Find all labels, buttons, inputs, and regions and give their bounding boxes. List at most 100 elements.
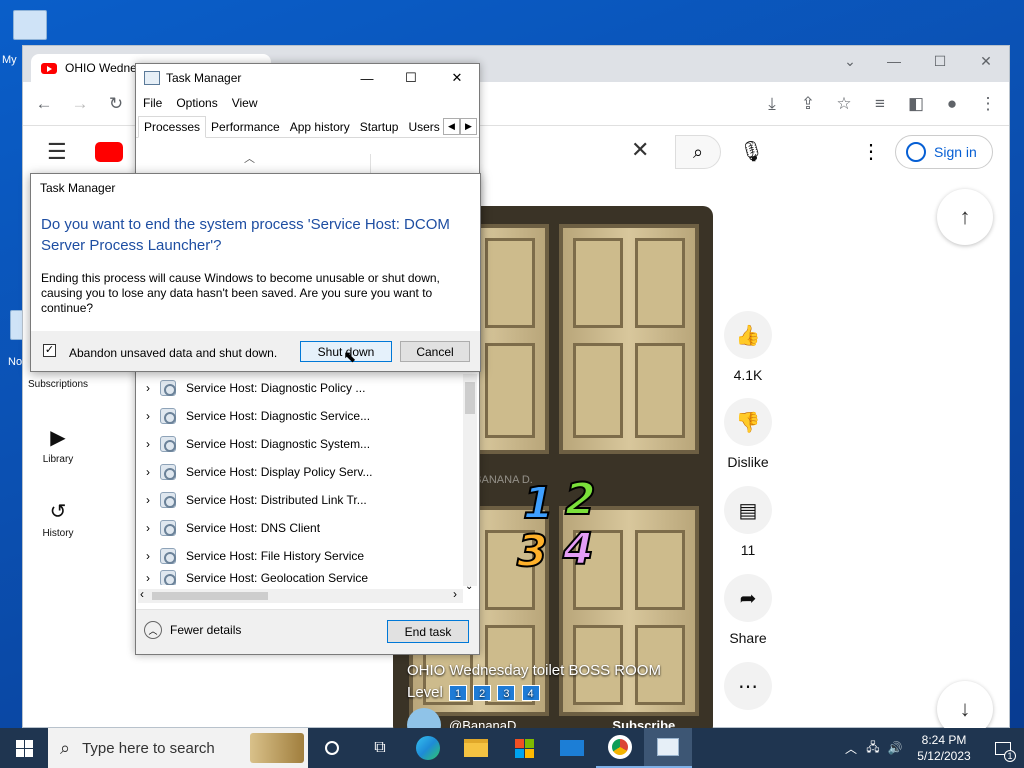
mail-icon[interactable]: [548, 728, 596, 768]
forward-icon[interactable]: →: [69, 93, 91, 115]
back-icon[interactable]: ←: [33, 93, 55, 115]
task-view-icon[interactable]: ⧉: [356, 728, 404, 768]
menu-file[interactable]: File: [143, 96, 162, 110]
task-manager-taskbar-icon[interactable]: [644, 728, 692, 768]
task-manager-title: Task Manager: [166, 71, 242, 85]
process-name: Service Host: DNS Client: [186, 521, 321, 535]
expand-chevron-icon[interactable]: ›: [146, 493, 150, 507]
sidebar-item-subscriptions[interactable]: Subscriptions: [23, 379, 93, 390]
side-panel-icon[interactable]: ◧: [905, 93, 927, 115]
install-app-icon[interactable]: ⤓: [761, 93, 783, 115]
process-name: Service Host: Distributed Link Tr...: [186, 493, 367, 507]
chrome-menu-icon[interactable]: ⋮: [977, 93, 999, 115]
tm-close-button[interactable]: ✕: [434, 64, 480, 92]
voice-search-icon[interactable]: 🎙: [739, 139, 764, 164]
edge-browser-icon[interactable]: [404, 728, 452, 768]
comments-button[interactable]: ▤ 11: [723, 486, 773, 558]
dislike-button[interactable]: 👎 Dislike: [723, 398, 773, 470]
table-row[interactable]: › Service Host: Geolocation Service: [136, 570, 479, 585]
table-row[interactable]: › Service Host: Display Policy Serv...: [136, 458, 479, 486]
abandon-data-checkbox[interactable]: ✓: [43, 344, 56, 357]
tm-minimize-button[interactable]: —: [344, 64, 390, 92]
table-row[interactable]: › Service Host: File History Service: [136, 542, 479, 570]
sort-chevron-up-icon[interactable]: ︿: [244, 150, 255, 166]
share-button[interactable]: ➦ Share: [723, 574, 773, 646]
share-icon[interactable]: ⇪: [797, 93, 819, 115]
scroll-thumb[interactable]: [465, 382, 475, 414]
video-title[interactable]: OHIO Wednesday toilet BOSS ROOM Level 1 …: [407, 660, 697, 704]
checkbox-label[interactable]: Abandon unsaved data and shut down.: [69, 346, 277, 360]
tm-tab-bar: Processes Performance App history Startu…: [136, 114, 479, 138]
maximize-button[interactable]: ☐: [917, 46, 963, 76]
scroll-left-icon[interactable]: ‹: [140, 587, 144, 601]
tm-maximize-button[interactable]: ☐: [388, 64, 434, 92]
horizontal-scrollbar[interactable]: ‹ ›: [138, 587, 463, 603]
scroll-down-icon[interactable]: ⌄: [465, 581, 473, 592]
cortana-icon[interactable]: [308, 728, 356, 768]
reading-list-icon[interactable]: ≡: [869, 93, 891, 115]
bookmark-star-icon[interactable]: ☆: [833, 93, 855, 115]
scroll-thumb[interactable]: [152, 592, 268, 600]
column-divider: [370, 154, 371, 174]
settings-more-icon[interactable]: ⋮: [861, 139, 881, 164]
chrome-taskbar-icon[interactable]: [596, 728, 644, 768]
expand-chevron-icon[interactable]: ›: [146, 409, 150, 423]
tab-app-history[interactable]: App history: [285, 117, 355, 137]
file-explorer-icon[interactable]: [452, 728, 500, 768]
dialog-footer: ✓ Abandon unsaved data and shut down. Sh…: [31, 331, 480, 371]
tab-processes[interactable]: Processes: [138, 116, 207, 138]
reload-icon[interactable]: ↻: [105, 93, 127, 115]
minimize-button[interactable]: —: [871, 46, 917, 76]
table-row[interactable]: › Service Host: Diagnostic Policy ...: [136, 374, 479, 402]
expand-chevron-icon[interactable]: ›: [146, 381, 150, 395]
table-row[interactable]: › Service Host: Diagnostic System...: [136, 430, 479, 458]
youtube-logo-icon[interactable]: [95, 142, 123, 162]
vertical-scrollbar[interactable]: ⌄: [463, 374, 477, 592]
chip-2: 2: [473, 685, 492, 701]
tab-scroll-right-icon[interactable]: ▶: [460, 118, 477, 135]
expand-chevron-icon[interactable]: ›: [146, 437, 150, 451]
hamburger-menu-icon[interactable]: ☰: [47, 139, 67, 165]
expand-chevron-icon[interactable]: ›: [146, 465, 150, 479]
fewer-details-button[interactable]: ︿ Fewer details: [144, 621, 241, 639]
taskbar-search-box[interactable]: ⌕ Type here to search: [48, 728, 308, 768]
close-button[interactable]: ✕: [963, 46, 1009, 76]
clock[interactable]: 8:24 PM 5/12/2023: [906, 732, 982, 764]
tab-users[interactable]: Users: [403, 117, 444, 137]
profile-avatar-icon[interactable]: ●: [941, 93, 963, 115]
sidebar-item-library[interactable]: ▶ Library: [23, 425, 93, 465]
show-hidden-icons-icon[interactable]: ︿: [840, 740, 862, 757]
sidebar-item-history[interactable]: ↺ History: [23, 499, 93, 539]
search-icon[interactable]: ⌕: [675, 135, 721, 169]
expand-chevron-icon[interactable]: ›: [146, 549, 150, 563]
sign-in-button[interactable]: Sign in: [895, 135, 993, 169]
process-name: Service Host: Diagnostic System...: [186, 437, 371, 451]
video-title-line1: OHIO Wednesday toilet BOSS ROOM: [407, 662, 661, 679]
library-icon: ▶: [50, 427, 66, 449]
video-number-2: 2: [564, 473, 597, 526]
tab-performance[interactable]: Performance: [206, 117, 285, 137]
end-task-button[interactable]: End task: [387, 620, 469, 643]
tab-startup[interactable]: Startup: [355, 117, 404, 137]
table-row[interactable]: › Service Host: Distributed Link Tr...: [136, 486, 479, 514]
previous-video-button[interactable]: ↑: [937, 189, 993, 245]
table-row[interactable]: › Service Host: DNS Client: [136, 514, 479, 542]
expand-chevron-icon[interactable]: ›: [146, 571, 150, 585]
start-button[interactable]: [0, 728, 48, 768]
menu-options[interactable]: Options: [176, 96, 217, 110]
expand-chevron-icon[interactable]: ›: [146, 521, 150, 535]
cancel-button[interactable]: Cancel: [400, 341, 470, 362]
volume-icon[interactable]: 🔊: [884, 741, 906, 755]
menu-view[interactable]: View: [232, 96, 258, 110]
table-row[interactable]: › Service Host: Diagnostic Service...: [136, 402, 479, 430]
action-center-icon[interactable]: 1: [982, 728, 1024, 768]
microsoft-store-icon[interactable]: [500, 728, 548, 768]
like-button[interactable]: 👍 4.1K: [723, 311, 773, 383]
clear-search-icon[interactable]: ✕: [631, 137, 649, 163]
share-label: Share: [729, 630, 767, 646]
scroll-right-icon[interactable]: ›: [453, 587, 457, 601]
tab-scroll-left-icon[interactable]: ◀: [443, 118, 460, 135]
more-actions-button[interactable]: ⋯: [723, 662, 773, 718]
network-icon[interactable]: 🖧: [862, 738, 884, 759]
tab-search-icon[interactable]: ⌄: [827, 46, 873, 76]
